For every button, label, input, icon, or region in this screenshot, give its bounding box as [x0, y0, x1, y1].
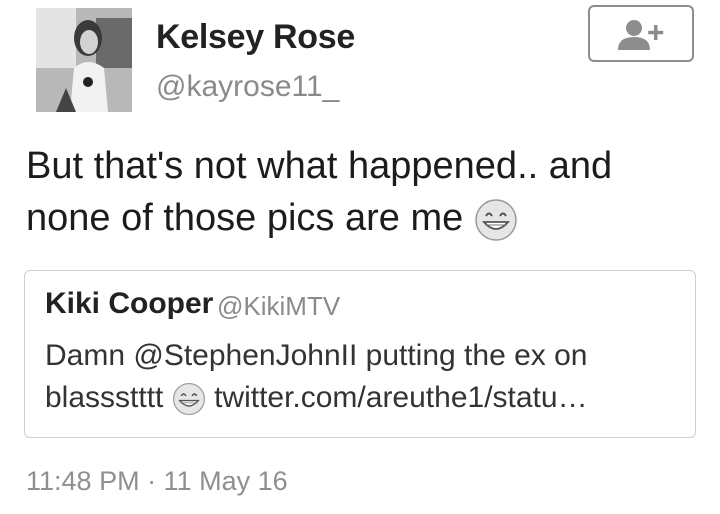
grinning-face-icon — [474, 198, 518, 242]
tweet-text: But that's not what happened.. and none … — [26, 140, 686, 244]
display-name[interactable]: Kelsey Rose — [156, 18, 355, 57]
quoted-tweet-text: Damn @StephenJohnII putting the ex on bl… — [45, 335, 685, 419]
avatar[interactable] — [36, 8, 132, 112]
add-user-icon — [618, 19, 664, 50]
quoted-tweet-card[interactable]: Kiki Cooper @KikiMTV Damn @StephenJohnII… — [24, 270, 696, 438]
quoted-tweet-link[interactable]: twitter.com/areuthe1/statu… — [214, 381, 588, 414]
tweet-timestamp[interactable]: 11:48 PM · 11 May 16 — [26, 466, 288, 497]
profile-photo — [36, 8, 132, 112]
grinning-face-icon — [172, 382, 206, 416]
quoted-author-name[interactable]: Kiki Cooper — [45, 287, 213, 321]
follow-button[interactable] — [588, 5, 694, 62]
quoted-author-handle[interactable]: @KikiMTV — [217, 291, 340, 322]
tweet-body: But that's not what happened.. and none … — [26, 145, 613, 239]
user-handle[interactable]: @kayrose11_ — [156, 70, 339, 104]
